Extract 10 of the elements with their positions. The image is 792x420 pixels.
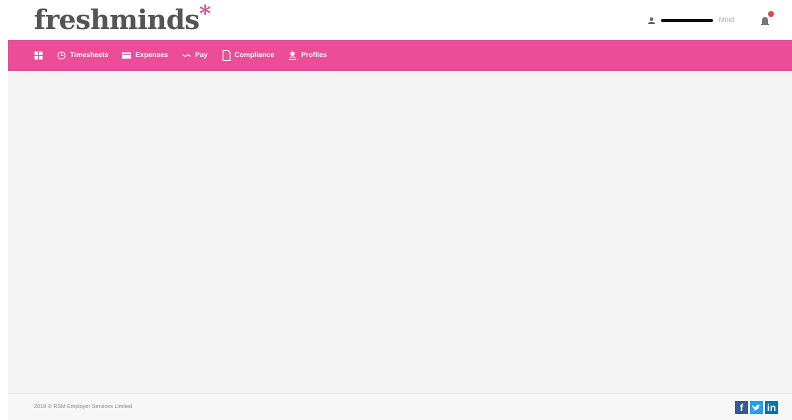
logo[interactable]: freshminds* <box>34 4 210 36</box>
wave-icon <box>182 51 192 60</box>
user-icon <box>288 51 298 60</box>
clock-icon <box>57 51 66 60</box>
document-icon <box>222 50 231 61</box>
bird-icon[interactable] <box>750 400 763 414</box>
user-icon <box>648 16 655 24</box>
social-link[interactable]: in <box>765 400 778 414</box>
social-link[interactable]: f <box>735 400 748 414</box>
card-icon <box>122 51 132 60</box>
